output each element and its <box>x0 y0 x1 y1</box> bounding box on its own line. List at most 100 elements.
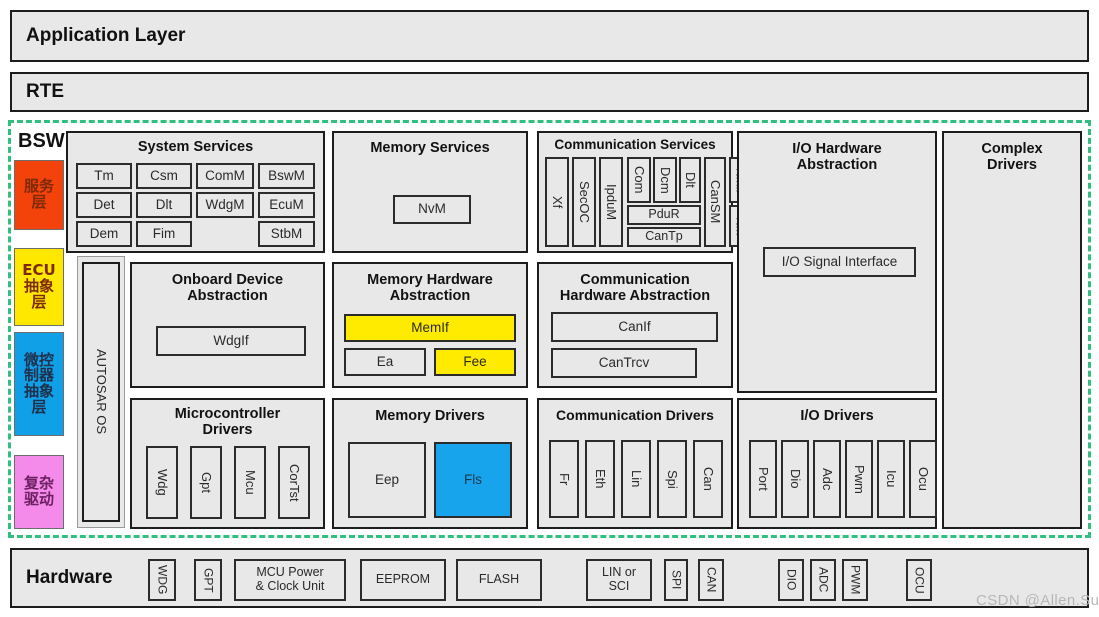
module-eth-label: Eth <box>593 469 609 489</box>
layer-chip-service[interactable]: 服务层 <box>14 160 64 230</box>
hw-ocu-label: OCU <box>912 566 927 594</box>
hw-lin-or-sci[interactable]: LIN or SCI <box>586 559 652 601</box>
application-layer-bar[interactable]: Application Layer <box>10 10 1089 62</box>
io-hardware-abstraction-title: I/O Hardware Abstraction <box>739 141 935 173</box>
module-ipdum[interactable]: IpduM <box>599 157 623 247</box>
module-ea[interactable]: Ea <box>344 348 426 376</box>
layer-chip-complex-drivers[interactable]: 复杂 驱动 <box>14 455 64 529</box>
module-cantp[interactable]: CanTp <box>627 227 701 247</box>
hw-dio[interactable]: DIO <box>778 559 804 601</box>
module-dlt-comm[interactable]: Dlt <box>679 157 701 203</box>
bsw-label: BSW <box>18 130 65 152</box>
module-cantrcv[interactable]: CanTrcv <box>551 348 697 378</box>
module-adc[interactable]: Adc <box>813 440 841 518</box>
layer-chip-ecu-abstraction-label: ECU 抽象层 <box>22 261 56 311</box>
hw-pwm[interactable]: PWM <box>842 559 868 601</box>
module-icu[interactable]: Icu <box>877 440 905 518</box>
hw-ocu[interactable]: OCU <box>906 559 932 601</box>
module-wdgif[interactable]: WdgIf <box>156 326 306 356</box>
communication-services-group: Communication Services Xf SecOC IpduM Co… <box>537 131 751 253</box>
comm-hw-abs-line1: Communication <box>580 272 690 288</box>
module-dem-label: Dem <box>89 225 119 241</box>
module-port[interactable]: Port <box>749 440 777 518</box>
communication-hardware-abstraction-group: Communication Hardware Abstraction CanIf… <box>537 262 733 388</box>
rte-bar[interactable]: RTE <box>10 72 1089 112</box>
module-tm[interactable]: Tm <box>76 163 132 189</box>
hw-gpt-label: GPT <box>201 567 216 593</box>
module-det[interactable]: Det <box>76 192 132 218</box>
module-fee[interactable]: Fee <box>434 348 516 376</box>
module-secoc[interactable]: SecOC <box>572 157 596 247</box>
module-io-signal-interface-label: I/O Signal Interface <box>781 253 898 269</box>
complex-drivers-line1: Complex <box>981 141 1043 157</box>
module-det-label: Det <box>93 196 115 212</box>
module-eth[interactable]: Eth <box>585 440 615 518</box>
layer-chip-mcal-abstraction[interactable]: 微控 制器 抽象层 <box>14 332 64 436</box>
complex-drivers-title: Complex Drivers <box>944 141 1080 173</box>
module-xf-label: Xf <box>550 195 566 209</box>
module-io-signal-interface[interactable]: I/O Signal Interface <box>763 247 916 277</box>
module-memif-label: MemIf <box>411 319 449 335</box>
module-cansm[interactable]: CanSM <box>704 157 726 247</box>
module-mcu[interactable]: Mcu <box>234 446 266 519</box>
module-cortst[interactable]: CorTst <box>278 446 310 519</box>
microcontroller-drivers-group: Microcontroller Drivers Wdg Gpt Mcu CorT… <box>130 398 325 529</box>
module-xf[interactable]: Xf <box>545 157 569 247</box>
layer-chip-complex-drivers-label: 复杂 驱动 <box>23 474 54 508</box>
module-fim[interactable]: Fim <box>136 221 192 247</box>
memory-hardware-abstraction-group: Memory Hardware Abstraction MemIf Ea Fee <box>332 262 528 388</box>
module-dlt[interactable]: Dlt <box>136 192 192 218</box>
module-can[interactable]: Can <box>693 440 723 518</box>
module-comm-label: ComM <box>205 167 245 183</box>
module-nvm[interactable]: NvM <box>393 195 471 224</box>
module-canif-label: CanIf <box>618 318 651 334</box>
module-pdur[interactable]: PduR <box>627 205 701 225</box>
hw-eeprom[interactable]: EEPROM <box>360 559 446 601</box>
module-bswm[interactable]: BswM <box>258 163 315 189</box>
autosar-os-box[interactable]: AUTOSAR OS <box>82 262 120 522</box>
module-dcm-label: Dcm <box>658 166 674 194</box>
hw-adc[interactable]: ADC <box>810 559 836 601</box>
hw-gpt[interactable]: GPT <box>194 559 222 601</box>
memory-hardware-abstraction-title: Memory Hardware Abstraction <box>334 272 526 304</box>
module-dio[interactable]: Dio <box>781 440 809 518</box>
module-dcm[interactable]: Dcm <box>653 157 677 203</box>
module-wdg[interactable]: Wdg <box>146 446 178 519</box>
module-canif[interactable]: CanIf <box>551 312 718 342</box>
module-dem[interactable]: Dem <box>76 221 132 247</box>
system-services-title: System Services <box>137 139 254 155</box>
module-ocu-label: Ocu <box>916 467 932 491</box>
module-nvm-label: NvM <box>418 201 446 217</box>
module-csm[interactable]: Csm <box>136 163 192 189</box>
hw-spi-label: SPI <box>669 570 684 590</box>
hw-mcu-power-clock-unit[interactable]: MCU Power & Clock Unit <box>234 559 346 601</box>
layer-chip-ecu-abstraction[interactable]: ECU 抽象层 <box>14 248 64 326</box>
module-fr-label: Fr <box>557 472 573 486</box>
communication-services-title: Communication Services <box>554 137 716 152</box>
hw-flash[interactable]: FLASH <box>456 559 542 601</box>
module-ecum[interactable]: EcuM <box>258 192 315 218</box>
module-stbm[interactable]: StbM <box>258 221 315 247</box>
module-fr[interactable]: Fr <box>549 440 579 518</box>
module-pwm[interactable]: Pwm <box>845 440 873 518</box>
mem-hw-abs-line1: Memory Hardware <box>367 272 493 288</box>
hw-can[interactable]: CAN <box>698 559 724 601</box>
module-wdgm[interactable]: WdgM <box>196 192 254 218</box>
module-com[interactable]: Com <box>627 157 651 203</box>
module-fls[interactable]: Fls <box>434 442 512 518</box>
module-ocu[interactable]: Ocu <box>909 440 937 518</box>
module-pdur-label: PduR <box>648 207 680 222</box>
module-spi[interactable]: Spi <box>657 440 687 518</box>
module-lin[interactable]: Lin <box>621 440 651 518</box>
complex-drivers-group[interactable]: Complex Drivers <box>942 131 1082 529</box>
module-eep[interactable]: Eep <box>348 442 426 518</box>
hardware-label: Hardware <box>26 567 113 588</box>
onboard-device-abstraction-title: Onboard Device Abstraction <box>132 272 323 304</box>
module-comm[interactable]: ComM <box>196 163 254 189</box>
module-memif[interactable]: MemIf <box>344 314 516 342</box>
hw-pwm-label: PWM <box>848 565 863 595</box>
hw-wdg[interactable]: WDG <box>148 559 176 601</box>
module-gpt[interactable]: Gpt <box>190 446 222 519</box>
hw-mcu-power-clock-unit-label: MCU Power & Clock Unit <box>255 565 325 593</box>
hw-spi[interactable]: SPI <box>664 559 688 601</box>
